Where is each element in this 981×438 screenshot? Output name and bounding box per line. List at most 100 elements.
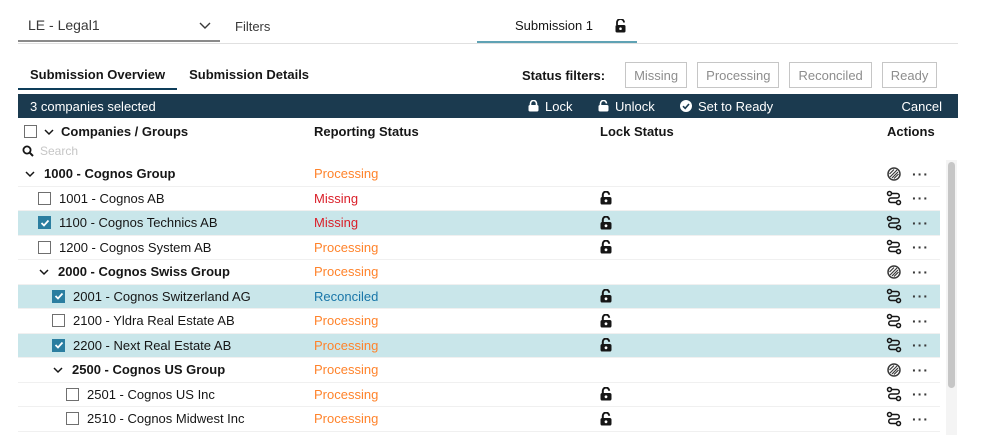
filter-processing-button[interactable]: Processing <box>697 62 780 88</box>
cancel-button[interactable]: Cancel <box>902 99 942 114</box>
top-bar: LE - Legal1 Filters Submission 1 <box>0 0 981 46</box>
blocked-icon[interactable] <box>886 264 902 280</box>
flow-icon[interactable] <box>886 288 902 304</box>
chevron-down-icon <box>199 22 211 29</box>
table-row[interactable]: 2100 - Yldra Real Estate AB Processing ··· <box>18 309 940 334</box>
tab-submission-overview[interactable]: Submission Overview <box>18 62 178 90</box>
row-actions: ··· <box>886 313 929 329</box>
overflow-menu-icon[interactable]: ··· <box>912 338 929 352</box>
selected-count: 3 companies selected <box>30 98 156 114</box>
row-checkbox[interactable] <box>52 289 65 303</box>
company-name: 1001 - Cognos AB <box>59 190 165 206</box>
flow-icon[interactable] <box>886 190 902 206</box>
header-actions: Actions <box>887 124 935 139</box>
scrollbar-thumb[interactable] <box>948 162 955 388</box>
table-row[interactable]: 2501 - Cognos US Inc Processing ··· <box>18 383 940 407</box>
company-cell: 1100 - Cognos Technics AB <box>38 215 218 230</box>
table-row[interactable]: 1001 - Cognos AB Missing ··· <box>18 187 940 211</box>
header-companies: Companies / Groups <box>24 124 188 139</box>
unlock-icon[interactable] <box>600 215 612 230</box>
entity-select[interactable]: LE - Legal1 <box>18 10 220 42</box>
table-row[interactable]: 1200 - Cognos System AB Processing ··· <box>18 236 940 260</box>
filter-ready-button[interactable]: Ready <box>881 62 938 88</box>
company-name: 2500 - Cognos US Group <box>72 362 226 378</box>
row-checkbox[interactable] <box>38 191 51 205</box>
table-row[interactable]: 1100 - Cognos Technics AB Missing ··· <box>18 211 940 236</box>
company-cell: 2510 - Cognos Midwest Inc <box>66 411 245 426</box>
lock-icon <box>528 100 539 112</box>
company-cell: 2001 - Cognos Switzerland AG <box>52 289 251 304</box>
group-row[interactable]: 1000 - Cognos Group Processing ··· <box>18 162 940 187</box>
unlock-icon[interactable] <box>600 411 612 426</box>
overflow-menu-icon[interactable]: ··· <box>912 314 929 328</box>
select-all-checkbox[interactable] <box>24 125 37 138</box>
unlock-icon[interactable] <box>600 337 612 352</box>
chevron-down-icon[interactable] <box>43 126 55 138</box>
chevron-down-icon[interactable] <box>24 168 36 180</box>
company-cell: 1001 - Cognos AB <box>38 191 165 206</box>
group-row[interactable]: 2500 - Cognos US Group Processing ··· <box>18 358 940 383</box>
table-row[interactable]: 2001 - Cognos Switzerland AG Reconciled ··… <box>18 284 940 309</box>
company-cell: 1200 - Cognos System AB <box>38 240 211 255</box>
overflow-menu-icon[interactable]: ··· <box>912 289 929 303</box>
entity-select-value: LE - Legal1 <box>28 17 100 33</box>
filter-missing-button[interactable]: Missing <box>625 62 688 88</box>
company-cell: 2000 - Cognos Swiss Group <box>38 264 230 279</box>
overflow-menu-icon[interactable]: ··· <box>912 216 929 230</box>
flow-icon[interactable] <box>886 411 902 427</box>
flow-icon[interactable] <box>886 215 902 231</box>
row-checkbox[interactable] <box>66 387 79 401</box>
table-row[interactable]: 2200 - Next Real Estate AB Processing ··· <box>18 333 940 358</box>
lock-button[interactable]: Lock <box>528 99 572 114</box>
set-ready-button[interactable]: Set to Ready <box>680 99 773 114</box>
unlock-icon[interactable] <box>600 313 612 328</box>
flow-icon[interactable] <box>886 386 902 402</box>
chevron-down-icon[interactable] <box>52 364 64 376</box>
company-name: 2000 - Cognos Swiss Group <box>58 264 230 280</box>
search-field[interactable]: Search <box>22 142 78 160</box>
row-checkbox[interactable] <box>52 314 65 328</box>
row-actions: ··· <box>886 264 929 280</box>
row-actions: ··· <box>886 190 929 206</box>
reporting-status: Reconciled <box>314 288 379 304</box>
row-actions: ··· <box>886 386 929 402</box>
unlock-icon[interactable] <box>600 190 612 205</box>
flow-icon[interactable] <box>886 313 902 329</box>
table-row[interactable]: 2510 - Cognos Midwest Inc Processing ··· <box>18 407 940 432</box>
row-actions: ··· <box>886 166 929 182</box>
overflow-menu-icon[interactable]: ··· <box>912 412 929 426</box>
flow-icon[interactable] <box>886 337 902 353</box>
filters-link[interactable]: Filters <box>235 19 270 34</box>
unlock-icon[interactable] <box>600 288 612 303</box>
overflow-menu-icon[interactable]: ··· <box>912 363 929 377</box>
row-checkbox[interactable] <box>66 412 79 426</box>
flow-icon[interactable] <box>886 239 902 255</box>
overflow-menu-icon[interactable]: ··· <box>912 265 929 279</box>
overflow-menu-icon[interactable]: ··· <box>912 167 929 181</box>
company-name: 2100 - Yldra Real Estate AB <box>73 313 235 329</box>
company-tree: 1000 - Cognos Group Processing ··· 1001 - C… <box>18 162 940 432</box>
overflow-menu-icon[interactable]: ··· <box>912 387 929 401</box>
unlock-icon[interactable] <box>600 239 612 254</box>
row-checkbox[interactable] <box>52 338 65 352</box>
blocked-icon[interactable] <box>886 362 902 378</box>
company-cell: 1000 - Cognos Group <box>24 166 175 181</box>
group-row[interactable]: 2000 - Cognos Swiss Group Processing ··· <box>18 260 940 285</box>
chevron-down-icon[interactable] <box>38 266 50 278</box>
status-filters: Status filters: Missing Processing Recon… <box>522 62 938 88</box>
overflow-menu-icon[interactable]: ··· <box>912 191 929 205</box>
unlock-button[interactable]: Unlock <box>598 99 655 114</box>
blocked-icon[interactable] <box>886 166 902 182</box>
top-divider <box>18 43 958 44</box>
tab-submission-details[interactable]: Submission Details <box>177 62 321 90</box>
filter-reconciled-button[interactable]: Reconciled <box>789 62 872 88</box>
row-actions: ··· <box>886 411 929 427</box>
row-checkbox[interactable] <box>38 240 51 254</box>
submission-tab-label: Submission 1 <box>515 18 594 33</box>
row-checkbox[interactable] <box>38 216 51 230</box>
unlock-icon[interactable] <box>600 386 612 401</box>
unlock-icon <box>598 100 609 112</box>
reporting-status: Processing <box>314 411 379 427</box>
overflow-menu-icon[interactable]: ··· <box>912 240 929 254</box>
tab-submission-1[interactable]: Submission 1 <box>477 10 637 43</box>
